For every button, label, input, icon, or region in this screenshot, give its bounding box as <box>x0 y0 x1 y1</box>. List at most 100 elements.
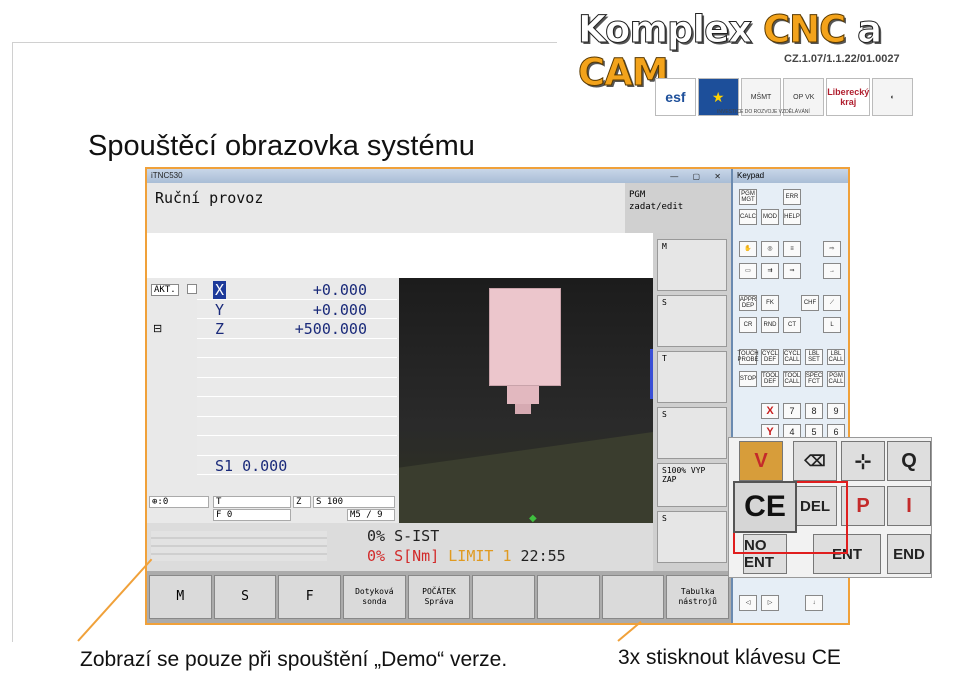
caption-demo: Zobrazí se pouze při spouštění „Demo“ ve… <box>80 648 508 671</box>
softkey-s[interactable]: S <box>213 575 277 619</box>
ce-key[interactable]: CE <box>733 481 797 533</box>
pgm-label: PGM <box>629 190 646 200</box>
key-mod[interactable]: MOD <box>761 209 779 225</box>
key-run-full-icon[interactable]: ⇒ <box>783 263 801 279</box>
key-touch-probe[interactable]: TOUCH PROBE <box>737 349 759 365</box>
akt-checkbox <box>187 284 197 294</box>
spindle-tip <box>515 404 531 414</box>
key-cr[interactable]: CR <box>739 317 757 333</box>
zoom-key-q[interactable]: Q <box>887 441 931 481</box>
vertical-softkeys: M S T S S100% VYP ZAP S <box>653 233 731 571</box>
key-x[interactable]: X <box>761 403 779 419</box>
spindle-ist: 0% S-IST <box>367 527 440 545</box>
axis-rows: X +0.000 Y +0.000 Z +500.000 S1 0.000 <box>197 280 397 475</box>
probe-icon: ⊟ <box>153 323 163 335</box>
window-title: iTNC530 <box>151 171 183 180</box>
key-err[interactable]: ERR <box>783 189 801 205</box>
key-tool-def[interactable]: TOOL DEF <box>761 371 779 387</box>
empty-row <box>197 416 397 436</box>
tnc-titlebar: iTNC530 — ▢ ✕ <box>147 169 731 183</box>
machine-table <box>399 422 653 523</box>
key-handwheel-icon[interactable]: ◎ <box>761 241 779 257</box>
key-lbl-call[interactable]: LBL CALL <box>827 349 845 365</box>
softkey-empty[interactable] <box>472 575 536 619</box>
empty-row <box>197 436 397 456</box>
window-buttons[interactable]: — ▢ ✕ <box>670 170 727 184</box>
tool-status-table: ⊕:0 T Z S 100 F 0 M5 / 9 <box>147 496 399 524</box>
key-arrow-down-icon[interactable]: ↓ <box>805 595 823 611</box>
key-positioning-icon[interactable]: ▭ <box>739 263 757 279</box>
caption-ce: 3x stisknout klávesu CE <box>618 646 841 669</box>
key-spec-fct[interactable]: SPEC FCT <box>805 371 823 387</box>
softkey-tool-table[interactable]: Tabulka nástrojů <box>666 575 730 619</box>
pgm-mode-panel[interactable]: PGM zadat/edit <box>625 183 731 233</box>
zoom-key-backspace-icon[interactable]: ⌫ <box>793 441 837 481</box>
status-area: 0% S-IST 0% S[Nm] LIMIT 1 22:55 <box>147 523 653 571</box>
axis-row: Y +0.000 <box>197 299 397 319</box>
spindle-torque: 0% S[Nm] LIMIT 1 22:55 <box>367 547 566 565</box>
key-help[interactable]: HELP <box>783 209 801 225</box>
key-calc[interactable]: CALC <box>739 209 757 225</box>
key-cycl-def[interactable]: CYCL DEF <box>761 349 779 365</box>
3d-machine-view: ◆ <box>399 278 653 523</box>
zoom-key-crosshair-icon[interactable]: ⊹ <box>841 441 885 481</box>
key-pgm-mgt[interactable]: PGM MGT <box>739 189 757 205</box>
keypad-title: Keypad <box>733 169 848 183</box>
side-softkey-s-minus[interactable]: S <box>657 511 727 563</box>
key-arrow-right-icon[interactable]: ▷ <box>761 595 779 611</box>
key-line-icon[interactable]: ⟋ <box>823 295 841 311</box>
softkey-empty[interactable] <box>537 575 600 619</box>
akt-label: AKT. <box>151 284 179 296</box>
key-lbl-set[interactable]: LBL SET <box>805 349 823 365</box>
key-tool-call[interactable]: TOOL CALL <box>783 371 801 387</box>
zoom-key-i[interactable]: I <box>887 486 931 526</box>
empty-row <box>197 397 397 417</box>
key-ct[interactable]: CT <box>783 317 801 333</box>
softkey-datum-management[interactable]: POČÁTEK Správa <box>407 575 471 619</box>
project-code: CZ.1.07/1.1.22/01.0027 <box>784 53 900 65</box>
empty-row <box>197 377 397 397</box>
spindle-head <box>489 288 561 386</box>
axis-row: X +0.000 <box>197 280 397 300</box>
key-l[interactable]: L <box>823 317 841 333</box>
softkey-m[interactable]: M <box>149 575 212 619</box>
zoom-key-v[interactable]: V <box>739 441 783 481</box>
key-arrow-left-icon[interactable]: ◁ <box>739 595 757 611</box>
key-pgm-call[interactable]: PGM CALL <box>827 371 845 387</box>
callout-line-left <box>77 558 153 642</box>
key-fk[interactable]: FK <box>761 295 779 311</box>
key-chf[interactable]: CHF <box>801 295 819 311</box>
divider-left <box>12 42 13 642</box>
spindle-row: S1 0.000 <box>197 455 397 475</box>
key-edit-icon[interactable]: → <box>823 263 841 279</box>
tnc-window: iTNC530 — ▢ ✕ Ruční provoz PGM zadat/edi… <box>147 169 731 623</box>
key-cycl-call[interactable]: CYCL CALL <box>783 349 801 365</box>
axis-row: Z +500.000 <box>197 319 397 339</box>
key-appr-dep[interactable]: APPR DEP <box>739 295 757 311</box>
empty-row <box>197 358 397 378</box>
key-stop[interactable]: STOP <box>739 371 757 387</box>
side-softkey-t[interactable]: T <box>657 351 727 403</box>
key-8[interactable]: 8 <box>805 403 823 419</box>
key-single-block-icon[interactable]: ≡ <box>783 241 801 257</box>
position-display: AKT. ⊟ X +0.000 Y +0.000 Z +500.000 S1 0.00… <box>147 278 399 523</box>
softkey-touch-probe[interactable]: Dotyková sonda <box>343 575 406 619</box>
zoom-key-end[interactable]: END <box>887 534 931 574</box>
partner-caption: INVESTICE DO ROZVOJE VZDĚLÁVÁNÍ <box>717 109 810 115</box>
empty-row <box>197 338 397 358</box>
key-9[interactable]: 9 <box>827 403 845 419</box>
slide-title: Spouštěcí obrazovka systému <box>88 130 475 162</box>
key-run-icon[interactable]: ⇉ <box>761 263 779 279</box>
side-softkey-s-plus[interactable]: S <box>657 407 727 459</box>
side-softkey-s[interactable]: S <box>657 295 727 347</box>
key-rnd[interactable]: RND <box>761 317 779 333</box>
softkey-f[interactable]: F <box>278 575 342 619</box>
side-softkey-s100[interactable]: S100% VYP ZAP <box>657 463 727 507</box>
key-7[interactable]: 7 <box>783 403 801 419</box>
side-softkey-m[interactable]: M <box>657 239 727 291</box>
esf-logo: esf <box>655 78 696 116</box>
softkey-empty[interactable] <box>601 575 665 619</box>
key-program-test-icon[interactable]: ⇨ <box>823 241 841 257</box>
origin-marker-icon: ◆ <box>529 513 537 523</box>
key-manual-icon[interactable]: ✋ <box>739 241 757 257</box>
